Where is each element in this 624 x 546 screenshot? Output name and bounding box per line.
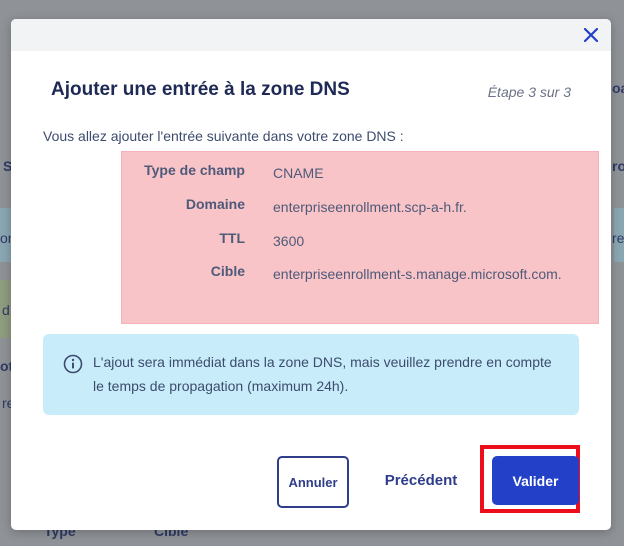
bg-fragment: re (612, 230, 624, 246)
modal-header (11, 19, 611, 51)
bg-fragment: d (2, 302, 10, 318)
bg-fragment: ro (612, 158, 624, 174)
dns-entry-modal: Ajouter une entrée à la zone DNS Étape 3… (11, 19, 611, 530)
validate-button[interactable]: Valider (492, 456, 579, 505)
entry-value: 3600 (273, 233, 305, 249)
entry-value: CNAME (273, 165, 324, 181)
entry-key: Cible (210, 263, 245, 279)
propagation-notice: L'ajout sera immédiat dans la zone DNS, … (43, 334, 579, 415)
dns-entry-summary: Type de champ CNAME Domaine enterpriseen… (121, 151, 599, 324)
close-icon (584, 28, 598, 42)
notice-text: L'ajout sera immédiat dans la zone DNS, … (93, 354, 552, 394)
previous-button[interactable]: Précédent (371, 456, 471, 504)
entry-key: Domaine (185, 196, 245, 212)
entry-key: TTL (219, 230, 245, 246)
bg-fragment: oa (612, 80, 624, 96)
cancel-button[interactable]: Annuler (277, 456, 349, 508)
info-icon (63, 354, 83, 374)
intro-text: Vous allez ajouter l'entrée suivante dan… (43, 128, 404, 144)
modal-title: Ajouter une entrée à la zone DNS (51, 79, 350, 100)
entry-value: enterpriseenrollment.scp-a-h.fr. (273, 199, 467, 215)
entry-value: enterpriseenrollment-s.manage.microsoft.… (273, 266, 562, 282)
step-indicator: Étape 3 sur 3 (487, 84, 571, 100)
close-button[interactable] (581, 25, 601, 45)
entry-key: Type de champ (144, 162, 245, 178)
